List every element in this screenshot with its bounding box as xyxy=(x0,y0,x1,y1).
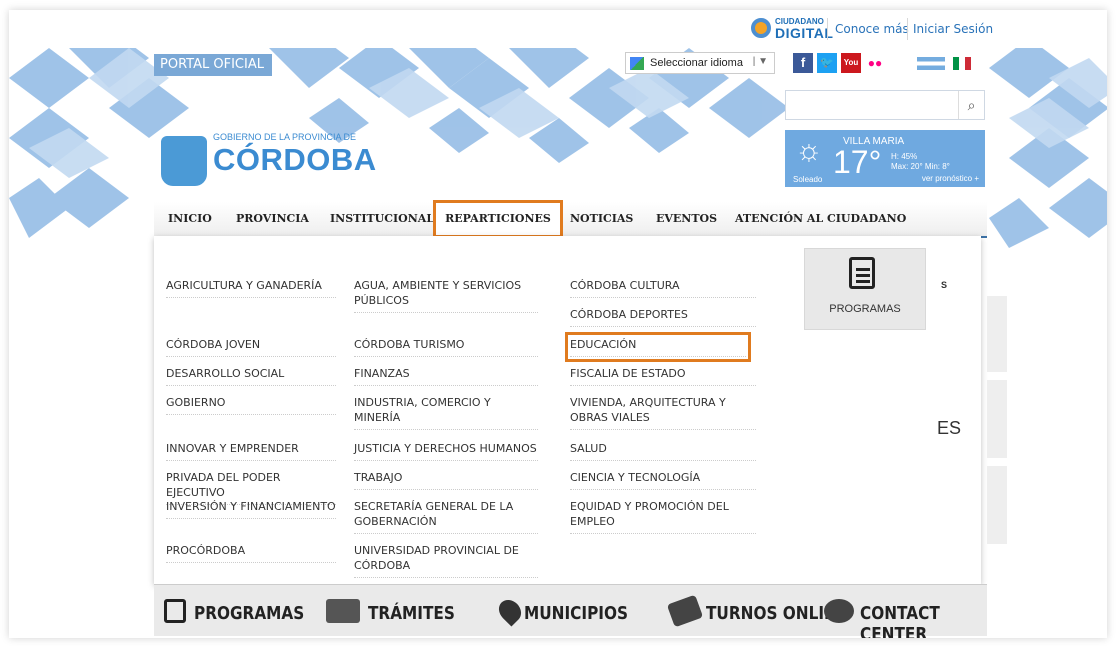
list-item[interactable]: INVERSIÓN Y FINANCIAMIENTO xyxy=(166,499,336,519)
weather-condition: Soleado xyxy=(793,175,823,184)
list-item[interactable]: TRABAJO xyxy=(354,470,538,490)
list-item[interactable]: AGRICULTURA Y GANADERÍA xyxy=(166,278,336,298)
argentina-flag-icon[interactable] xyxy=(915,55,947,72)
list-item[interactable]: FISCALIA DE ESTADO xyxy=(570,366,756,386)
side-panel xyxy=(987,296,1007,372)
logo-title[interactable]: CÓRDOBA xyxy=(213,142,377,178)
list-item[interactable]: INNOVAR Y EMPRENDER xyxy=(166,441,336,461)
main-nav: INICIO PROVINCIA INSTITUCIONAL REPARTICI… xyxy=(154,200,987,238)
programas-card-label: PROGRAMAS xyxy=(829,303,901,315)
language-select[interactable]: Seleccionar idioma | ▼ xyxy=(625,52,775,74)
document-icon xyxy=(164,599,186,623)
search-input[interactable]: ⌕ xyxy=(785,90,985,120)
ticket-icon xyxy=(666,594,704,628)
list-item[interactable]: FINANZAS xyxy=(354,366,538,386)
list-item[interactable]: CÓRDOBA DEPORTES xyxy=(570,307,756,327)
programas-card[interactable]: PROGRAMAS xyxy=(804,248,926,330)
sun-icon: ☼ xyxy=(795,134,823,167)
tramites-icon xyxy=(326,599,360,623)
weather-temp: 17° xyxy=(833,144,882,180)
reparticiones-dropdown: AGRICULTURA Y GANADERÍA CÓRDOBA JOVEN DE… xyxy=(154,236,981,584)
weather-humidity: H: 45% xyxy=(891,152,918,161)
flickr-icon[interactable]: ●● xyxy=(865,53,885,73)
nav-provincia[interactable]: PROVINCIA xyxy=(236,202,309,236)
list-item[interactable]: EQUIDAD Y PROMOCIÓN DEL EMPLEO xyxy=(570,499,756,534)
document-icon xyxy=(849,257,875,289)
list-item[interactable]: DESARROLLO SOCIAL xyxy=(166,366,336,386)
search-icon[interactable]: ⌕ xyxy=(958,91,984,119)
portal-oficial-label: PORTAL OFICIAL xyxy=(154,54,272,76)
list-item[interactable]: SALUD xyxy=(570,441,756,461)
list-item[interactable]: UNIVERSIDAD PROVINCIAL DE CÓRDOBA xyxy=(354,543,538,578)
nav-inicio[interactable]: INICIO xyxy=(168,202,212,236)
quick-link-municipios[interactable]: MUNICIPIOS xyxy=(524,603,628,624)
divider xyxy=(827,18,828,40)
weather-widget[interactable]: ☼ VILLA MARIA 17° H: 45% Max: 20° Min: 8… xyxy=(785,130,985,187)
brand-big: DIGITAL xyxy=(775,25,834,41)
side-column-heading: ES xyxy=(937,418,962,438)
side-panel xyxy=(987,380,1007,458)
youtube-icon[interactable]: You xyxy=(841,53,861,73)
map-pin-icon xyxy=(494,595,526,627)
divider xyxy=(907,18,908,40)
side-column-label: S xyxy=(941,280,948,290)
login-link[interactable]: Iniciar Sesión xyxy=(913,22,993,36)
google-translate-icon xyxy=(630,57,644,70)
conoce-mas-link[interactable]: Conoce más xyxy=(835,22,909,36)
list-item[interactable]: AGUA, AMBIENTE Y SERVICIOS PÚBLICOS xyxy=(354,278,538,313)
twitter-icon[interactable]: 🐦 xyxy=(817,53,837,73)
list-item[interactable]: VIVIENDA, ARQUITECTURA Y OBRAS VIALES xyxy=(570,395,756,430)
list-item[interactable]: SECRETARÍA GENERAL DE LA GOBERNACIÓN xyxy=(354,499,538,534)
nav-noticias[interactable]: NOTICIAS xyxy=(570,202,633,236)
quick-links-bar: PROGRAMAS TRÁMITES MUNICIPIOS TURNOS ONL… xyxy=(154,584,987,638)
ciudadano-digital-brand[interactable]: CIUDADANO DIGITAL xyxy=(775,18,834,41)
italy-flag-icon[interactable] xyxy=(951,55,973,72)
forecast-link[interactable]: ver pronóstico + xyxy=(922,174,979,183)
quick-link-tramites[interactable]: TRÁMITES xyxy=(368,603,455,624)
language-select-label: Seleccionar idioma xyxy=(650,57,743,69)
phone-icon xyxy=(824,599,854,623)
list-item[interactable]: INDUSTRIA, COMERCIO Y MINERÍA xyxy=(354,395,538,430)
list-item[interactable]: PROCÓRDOBA xyxy=(166,543,336,563)
nav-atencion-ciudadano[interactable]: ATENCIÓN AL CIUDADANO xyxy=(735,202,906,236)
side-panel xyxy=(987,466,1007,544)
nav-reparticiones[interactable]: REPARTICIONES xyxy=(433,200,563,238)
nav-eventos[interactable]: EVENTOS xyxy=(656,202,717,236)
list-item[interactable]: JUSTICIA Y DERECHOS HUMANOS xyxy=(354,441,538,461)
list-item[interactable]: CÓRDOBA JOVEN xyxy=(166,337,336,357)
logo-subtitle: GOBIERNO DE LA PROVINCIA DE xyxy=(213,132,357,142)
nav-institucional[interactable]: INSTITUCIONAL xyxy=(330,202,434,236)
ciudadano-digital-logo-icon[interactable] xyxy=(751,18,771,38)
list-item[interactable]: CÓRDOBA TURISMO xyxy=(354,337,538,357)
chevron-down-icon: | ▼ xyxy=(752,56,768,67)
list-item-educacion[interactable]: EDUCACIÓN xyxy=(565,332,751,362)
weather-minmax: Max: 20° Min: 8° xyxy=(891,162,950,171)
facebook-icon[interactable]: f xyxy=(793,53,813,73)
list-item[interactable]: GOBIERNO xyxy=(166,395,336,415)
top-bar: CIUDADANO DIGITAL Conoce más Iniciar Ses… xyxy=(9,10,1107,48)
list-item[interactable]: CIENCIA Y TECNOLOGÍA xyxy=(570,470,756,490)
browser-frame: CIUDADANO DIGITAL Conoce más Iniciar Ses… xyxy=(9,10,1107,638)
quick-link-programas[interactable]: PROGRAMAS xyxy=(194,603,304,624)
cordoba-crest-icon[interactable] xyxy=(161,136,207,186)
quick-link-contact-center[interactable]: CONTACT CENTER xyxy=(860,603,968,638)
list-item[interactable]: CÓRDOBA CULTURA xyxy=(570,278,756,298)
